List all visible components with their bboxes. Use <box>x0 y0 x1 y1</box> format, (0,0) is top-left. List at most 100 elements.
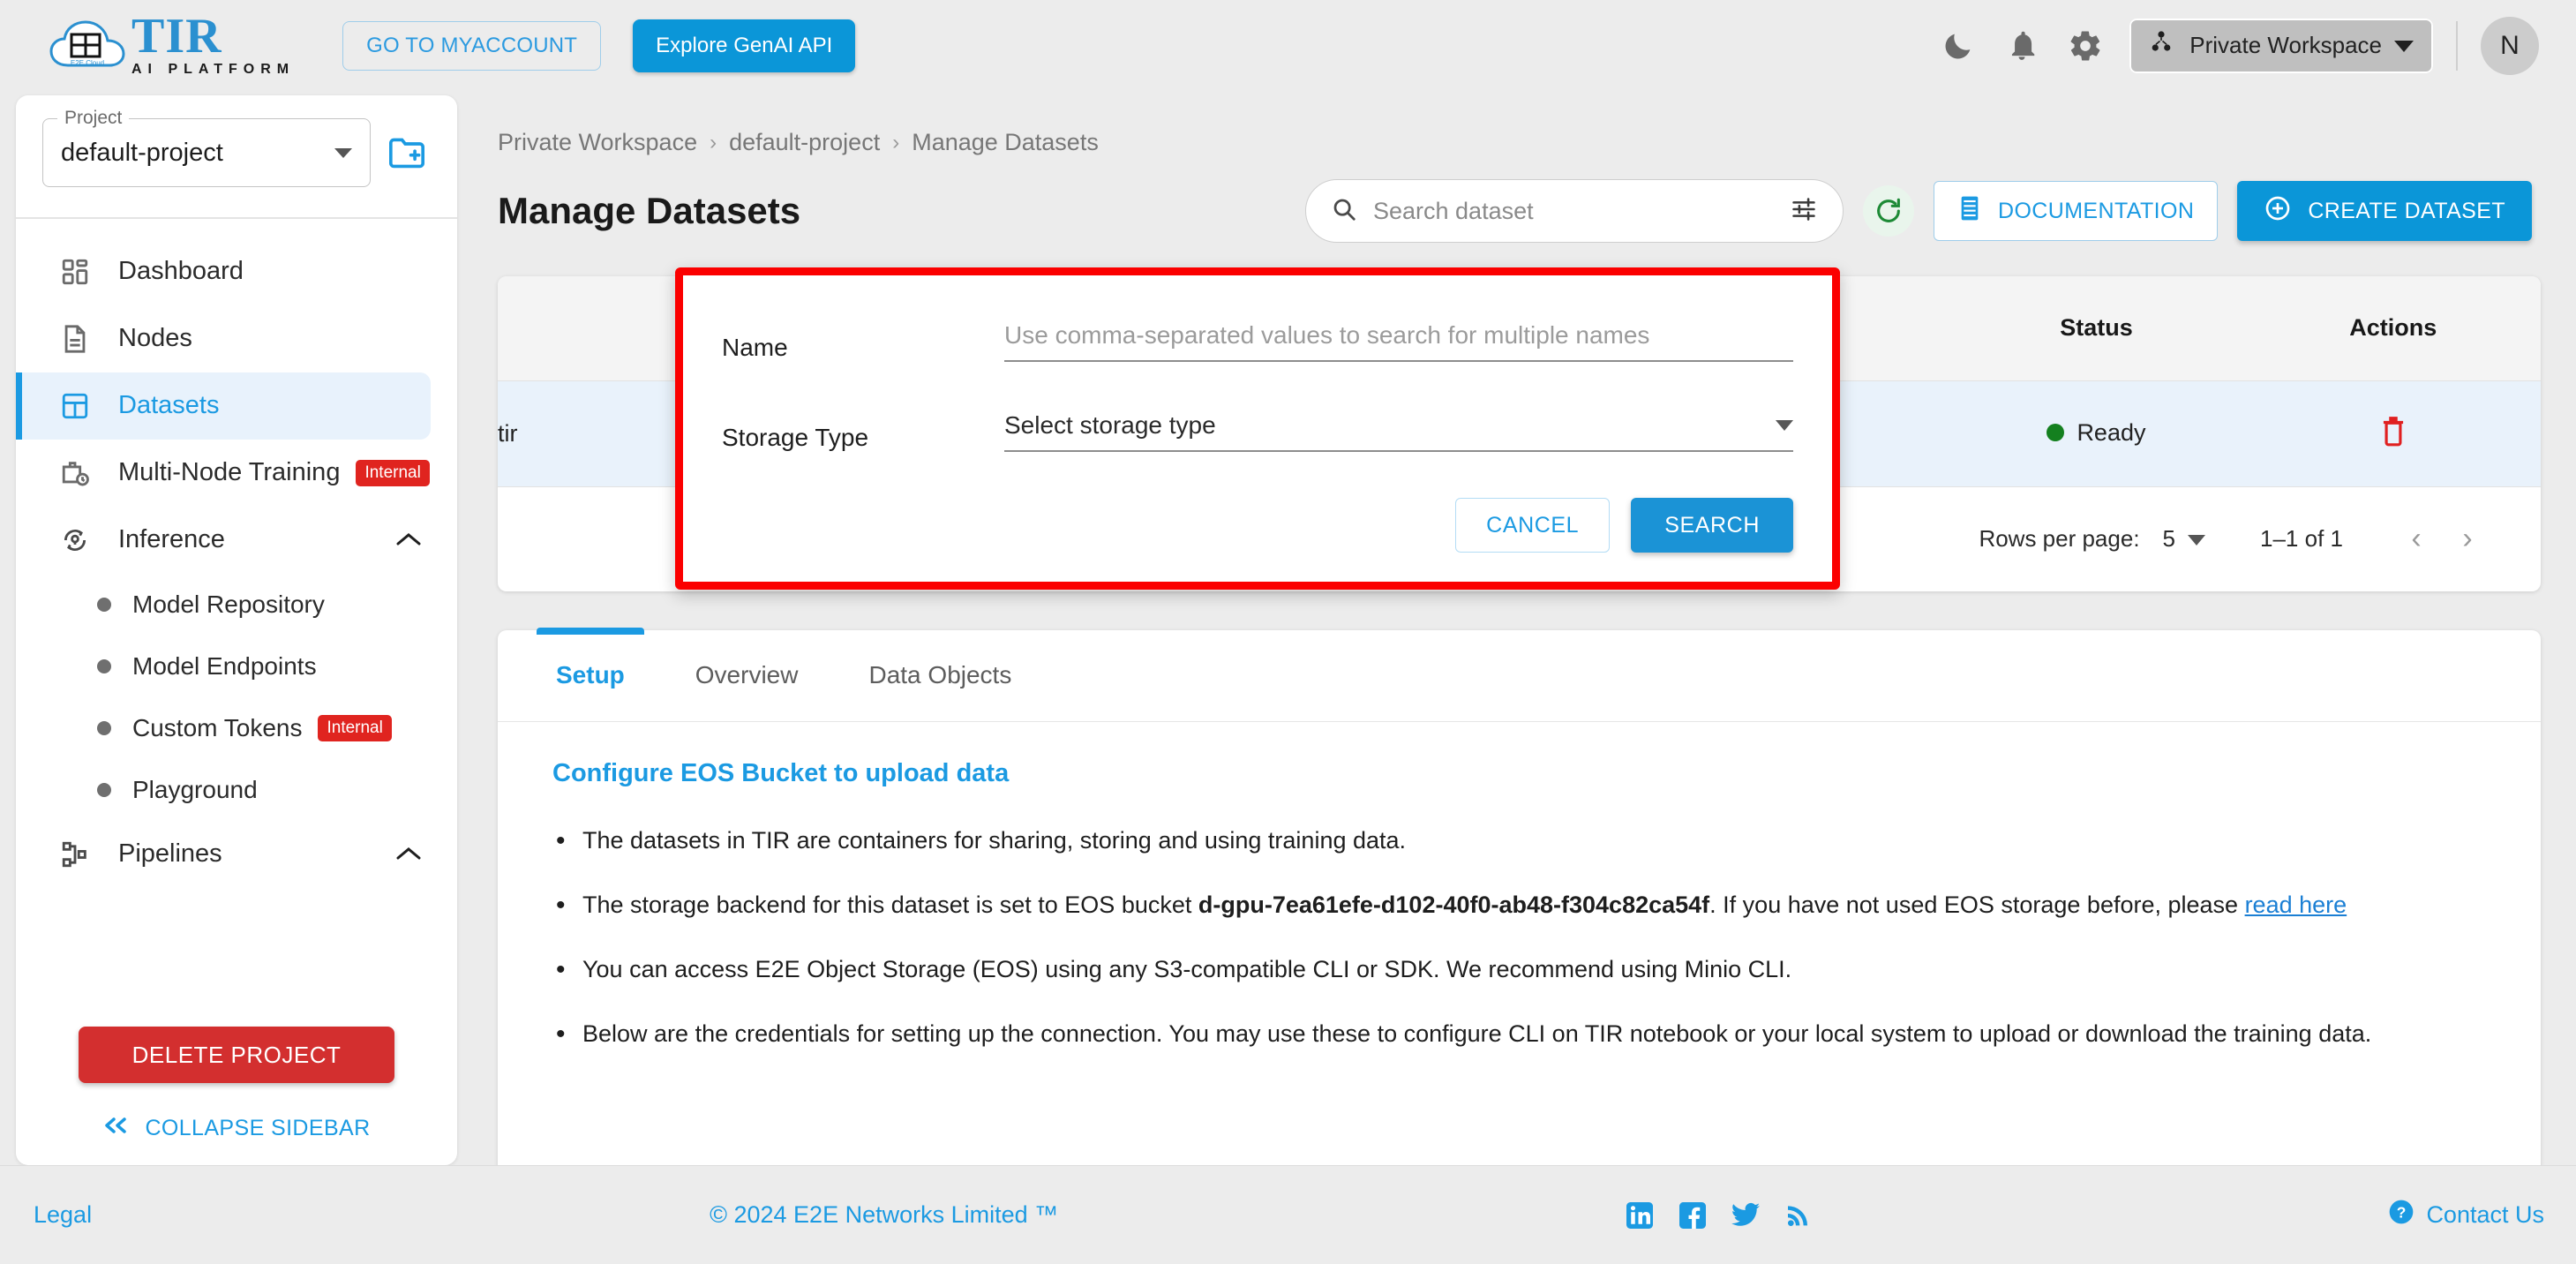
sidebar-item-nodes[interactable]: Nodes <box>16 305 457 372</box>
svg-text:?: ? <box>2397 1204 2407 1222</box>
refresh-icon[interactable] <box>1862 185 1914 237</box>
sidebar-item-label: Pipelines <box>118 839 222 868</box>
tune-filter-icon[interactable] <box>1790 197 1818 226</box>
avatar[interactable]: N <box>2481 16 2539 75</box>
search-icon <box>1331 196 1357 227</box>
sidebar-subitem-custom-tokens[interactable]: Custom Tokens Internal <box>16 697 457 759</box>
sidebar-bottom: DELETE PROJECT COLLAPSE SIDEBAR <box>16 1009 457 1165</box>
sidebar-item-inference[interactable]: Inference <box>16 507 457 574</box>
gear-icon[interactable] <box>2054 14 2117 78</box>
sidebar-item-label: Multi-Node Training <box>118 458 341 486</box>
twitter-icon[interactable] <box>1729 1199 1762 1232</box>
sidebar-subitem-playground[interactable]: Playground <box>16 759 457 821</box>
pagination-range: 1–1 of 1 <box>2260 525 2343 552</box>
chevron-right-icon[interactable]: › <box>2442 522 2493 556</box>
rss-icon[interactable] <box>1782 1199 1815 1232</box>
sidebar-subitem-label: Model Endpoints <box>132 651 317 680</box>
create-dataset-button[interactable]: CREATE DATASET <box>2237 181 2532 241</box>
cancel-button[interactable]: CANCEL <box>1455 498 1611 553</box>
collapse-sidebar-button[interactable]: COLLAPSE SIDEBAR <box>16 1115 457 1142</box>
sidebar-item-dashboard[interactable]: Dashboard <box>16 238 457 305</box>
breadcrumb-separator: › <box>710 130 717 154</box>
sidebar-subitem-model-repository[interactable]: Model Repository <box>16 574 457 636</box>
table-col-actions: Actions <box>2245 276 2541 380</box>
project-value: default-project <box>61 138 223 167</box>
footer: Legal © 2024 E2E Networks Limited ™ ? Co… <box>0 1165 2576 1264</box>
chevron-down-icon <box>1776 420 1793 431</box>
briefcase-clock-icon <box>55 458 95 488</box>
setup-bullet-4: Below are the credentials for setting up… <box>552 1015 2488 1054</box>
header-divider <box>2456 20 2458 71</box>
documentation-button[interactable]: DOCUMENTATION <box>1933 181 2219 241</box>
book-icon <box>1957 194 1982 229</box>
social-links <box>1623 1199 1815 1232</box>
project-selector-area: Project default-project <box>16 95 457 217</box>
rows-per-page-select[interactable]: 5 <box>2163 525 2206 553</box>
name-input[interactable] <box>1004 321 1793 350</box>
sidebar-nav: Dashboard Nodes Datasets Multi-Node Trai… <box>16 219 457 1010</box>
search-dataset-box[interactable] <box>1304 179 1844 243</box>
copyright-text: © 2024 E2E Networks Limited ™ <box>710 1201 1059 1228</box>
storage-type-value: Select storage type <box>1004 411 1216 439</box>
datasets-grid-icon <box>55 391 95 421</box>
search-input[interactable] <box>1372 197 1790 225</box>
dashboard-grid-icon <box>55 257 95 287</box>
breadcrumb-item-current: Manage Datasets <box>912 129 1099 155</box>
storage-type-field-row: Storage Type Select storage type <box>722 411 1793 452</box>
legal-link[interactable]: Legal <box>34 1201 92 1229</box>
sidebar-item-datasets[interactable]: Datasets <box>16 372 431 440</box>
sidebar-item-label: Inference <box>118 525 225 553</box>
documentation-label: DOCUMENTATION <box>1997 198 2195 223</box>
dataset-detail-card: Setup Overview Data Objects Configure EO… <box>498 627 2541 1165</box>
bell-icon[interactable] <box>1990 14 2054 78</box>
tab-data-objects[interactable]: Data Objects <box>849 629 1031 721</box>
breadcrumb-item-project[interactable]: default-project <box>729 129 880 156</box>
bullet-dot-icon <box>97 782 111 797</box>
chevron-down-icon <box>2188 525 2206 553</box>
delete-project-button[interactable]: DELETE PROJECT <box>79 1027 394 1083</box>
chevron-up-icon[interactable] <box>395 525 422 554</box>
new-folder-icon[interactable] <box>383 129 431 177</box>
moon-icon[interactable] <box>1926 14 1990 78</box>
tab-overview[interactable]: Overview <box>676 629 818 721</box>
project-select[interactable]: Project default-project <box>42 108 371 187</box>
create-dataset-label: CREATE DATASET <box>2308 198 2505 223</box>
plus-circle-icon <box>2264 194 2292 229</box>
chevron-down-icon <box>2394 32 2414 59</box>
linkedin-icon[interactable] <box>1623 1199 1656 1232</box>
name-label: Name <box>722 334 788 361</box>
pipelines-icon <box>55 839 95 869</box>
sidebar-item-label: Dashboard <box>118 257 244 285</box>
explore-genai-api-button[interactable]: Explore GenAI API <box>633 19 856 72</box>
sidebar-subitem-model-endpoints[interactable]: Model Endpoints <box>16 636 457 697</box>
breadcrumb-item-workspace[interactable]: Private Workspace <box>498 129 697 156</box>
chevron-left-icon[interactable]: ‹ <box>2391 522 2442 556</box>
tir-logo[interactable]: E2E Cloud TIR AI PLATFORM <box>49 11 295 78</box>
rows-per-page-label: Rows per page: <box>1979 525 2140 552</box>
sidebar-item-pipelines[interactable]: Pipelines <box>16 821 457 888</box>
status-badge: Ready <box>2077 418 2146 446</box>
sidebar-subitem-label: Model Repository <box>132 590 325 618</box>
status-badge: Internal <box>318 714 392 741</box>
sidebar-item-multi-node-training[interactable]: Multi-Node Training Internal <box>16 440 457 507</box>
page-title: Manage Datasets <box>498 190 801 231</box>
contact-us-link[interactable]: ? Contact Us <box>2387 1198 2544 1232</box>
collapse-sidebar-label: COLLAPSE SIDEBAR <box>145 1116 371 1140</box>
eos-bucket-name: d-gpu-7ea61efe-d102-40f0-ab48-f304c82ca5… <box>1198 891 1710 918</box>
setup-bullet-list: The datasets in TIR are containers for s… <box>552 821 2488 1054</box>
read-here-link[interactable]: read here <box>2245 892 2347 918</box>
search-button[interactable]: SEARCH <box>1631 498 1793 553</box>
page-header: Manage Datasets Search dataset DOCUMENTA… <box>462 156 2576 243</box>
workspace-selector[interactable]: Private Workspace <box>2129 18 2433 73</box>
inference-icon <box>55 525 95 555</box>
chevron-down-icon <box>334 147 352 158</box>
cloud-logo-icon: E2E Cloud <box>49 18 126 74</box>
trash-icon[interactable] <box>2378 414 2408 450</box>
name-field-row: Name <box>722 321 1793 362</box>
facebook-icon[interactable] <box>1676 1199 1709 1232</box>
storage-type-select[interactable]: Select storage type <box>1004 411 1793 440</box>
chevron-up-icon[interactable] <box>395 839 422 869</box>
bullet-dot-icon <box>97 597 111 612</box>
tab-setup[interactable]: Setup <box>537 627 644 721</box>
go-to-myaccount-button[interactable]: GO TO MYACCOUNT <box>342 20 602 71</box>
